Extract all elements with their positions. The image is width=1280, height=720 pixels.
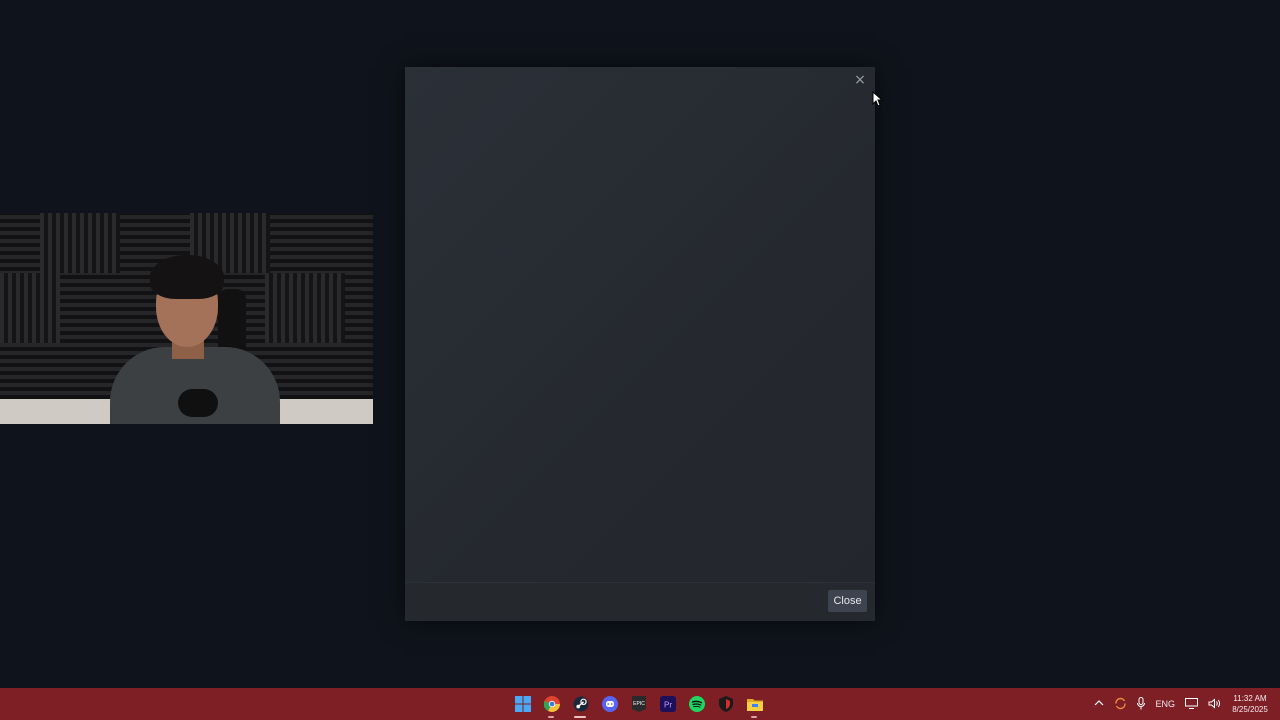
running-indicator [751,716,757,718]
shield-icon [718,696,733,712]
steam-icon [573,696,588,712]
microphone-icon[interactable] [1132,696,1150,712]
dialog-footer: Close [405,582,875,621]
steam-button[interactable] [566,688,595,720]
running-indicator [574,716,586,718]
svg-text:EPIC: EPIC [633,701,645,707]
clock[interactable]: 11:32 AM 8/25/2025 [1226,693,1274,715]
taskbar-apps: EPIC Pr [508,688,769,720]
discord-button[interactable] [595,688,624,720]
network-icon[interactable] [1180,697,1203,711]
running-indicator [548,716,554,718]
system-tray: ENG 11:32 AM 8/25/2025 [1089,688,1280,720]
premiere-pro-icon: Pr [659,696,676,712]
chrome-icon [543,696,560,712]
epic-games-icon: EPIC [631,696,646,712]
discord-icon [601,696,618,712]
start-button[interactable] [508,688,537,720]
chrome-button[interactable] [537,688,566,720]
language-indicator[interactable]: ENG [1150,699,1180,709]
hair [150,255,224,299]
spotify-button[interactable] [682,688,711,720]
volume-icon[interactable] [1203,697,1226,711]
file-explorer-button[interactable] [740,688,769,720]
taskbar: EPIC Pr ENG 11:32 AM 8/25/2025 [0,688,1280,720]
clock-time: 11:32 AM [1233,694,1267,703]
foam-panel [0,273,60,343]
epic-games-button[interactable]: EPIC [624,688,653,720]
dialog-window: × Close [405,67,875,621]
svg-text:Pr: Pr [664,701,672,710]
shield-app-button[interactable] [711,688,740,720]
chevron-up-icon[interactable] [1089,699,1109,709]
folder-icon [746,699,763,711]
windows-icon [514,696,531,712]
spotify-icon [688,696,705,712]
dialog-content [411,73,869,583]
microphone [178,389,218,417]
close-button[interactable]: Close [828,590,867,612]
clock-date: 8/25/2025 [1232,705,1268,714]
webcam-overlay [0,213,373,424]
close-icon[interactable]: × [851,71,869,89]
sync-icon[interactable] [1109,697,1132,712]
premiere-pro-button[interactable]: Pr [653,688,682,720]
